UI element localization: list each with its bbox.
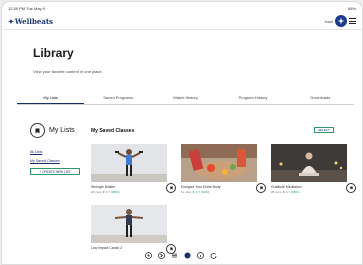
library-tabs: My Lists Saved Programs Watch History Pr… xyxy=(17,95,354,105)
page-subtitle: View your favorite content in one place. xyxy=(33,69,103,74)
home-icon[interactable] xyxy=(184,252,191,259)
class-card[interactable]: Energize Your Entire Body 11 mins ★ 4.7 … xyxy=(181,144,266,194)
refresh-icon[interactable] xyxy=(210,252,217,259)
class-meta: 11 mins ★ 4.7 (1400) xyxy=(181,190,210,194)
class-card[interactable]: Low Impact Cardio 2 xyxy=(91,205,176,254)
list-icon[interactable] xyxy=(171,252,178,259)
tab-downloads[interactable]: Downloads xyxy=(287,95,354,104)
app-screen: 12:39 PM Tue May 9 68% ✦Wellbeats Joan L… xyxy=(1,1,363,265)
class-thumbnail[interactable] xyxy=(271,144,347,182)
back-icon[interactable] xyxy=(145,252,152,259)
logo-icon: ✦ xyxy=(8,17,14,26)
saved-classes-title: My Saved Classes xyxy=(91,128,135,134)
class-title: Gratitude Meditation xyxy=(271,185,302,189)
select-button[interactable]: SELECT xyxy=(314,127,334,133)
class-meta: 28 mins ★ 4.7 (3800) xyxy=(91,190,120,194)
tab-saved-programs[interactable]: Saved Programs xyxy=(84,95,151,104)
star-icon: ★ xyxy=(102,190,106,194)
star-icon: ★ xyxy=(192,190,195,194)
status-battery: 68% xyxy=(347,6,356,11)
page-title: Library xyxy=(33,46,74,60)
profile-area: Joan xyxy=(324,15,356,27)
class-title: Strength Builder xyxy=(91,185,116,189)
sidebar-link-all-lists[interactable]: All Lists xyxy=(30,150,80,154)
info-icon[interactable] xyxy=(197,252,204,259)
sidebar-header: My Lists xyxy=(30,123,80,138)
class-title: Low Impact Cardio 2 xyxy=(91,246,123,250)
tab-watch-history[interactable]: Watch History xyxy=(152,95,219,104)
avatar-icon[interactable] xyxy=(335,15,347,27)
profile-name[interactable]: Joan xyxy=(324,19,333,24)
class-card[interactable]: Strength Builder 28 mins ★ 4.7 (3800) xyxy=(91,144,176,194)
class-thumbnail[interactable] xyxy=(91,205,167,243)
bottom-toolbar xyxy=(145,252,217,259)
tab-my-lists[interactable]: My Lists xyxy=(17,95,85,104)
status-time: 12:39 PM Tue May 9 xyxy=(8,6,45,11)
app-header: ✦Wellbeats Joan xyxy=(2,13,362,30)
bookmark-icon xyxy=(30,123,45,138)
sidebar-link-saved-classes[interactable]: My Saved Classes xyxy=(30,159,80,163)
bookmark-icon[interactable] xyxy=(346,183,356,193)
wellbeats-logo[interactable]: ✦Wellbeats xyxy=(8,17,53,26)
bookmark-icon[interactable] xyxy=(166,183,176,193)
class-meta: 28 mins ★ 4.7 (3801) xyxy=(271,190,300,194)
status-bar: 12:39 PM Tue May 9 68% xyxy=(8,6,356,12)
class-thumbnail[interactable] xyxy=(181,144,257,182)
star-icon: ★ xyxy=(282,190,286,194)
lists-sidebar: My Lists All Lists My Saved Classes + CR… xyxy=(30,123,80,175)
sidebar-title: My Lists xyxy=(49,127,75,134)
bookmark-icon[interactable] xyxy=(256,183,266,193)
tab-program-history[interactable]: Program History xyxy=(219,95,286,104)
class-card[interactable]: Gratitude Meditation 28 mins ★ 4.7 (3801… xyxy=(271,144,356,194)
create-new-list-button[interactable]: + CREATE NEW LIST xyxy=(30,168,80,175)
forward-icon[interactable] xyxy=(158,252,165,259)
hamburger-menu-icon[interactable] xyxy=(349,18,356,24)
class-title: Energize Your Entire Body xyxy=(181,185,221,189)
class-thumbnail[interactable] xyxy=(91,144,167,182)
